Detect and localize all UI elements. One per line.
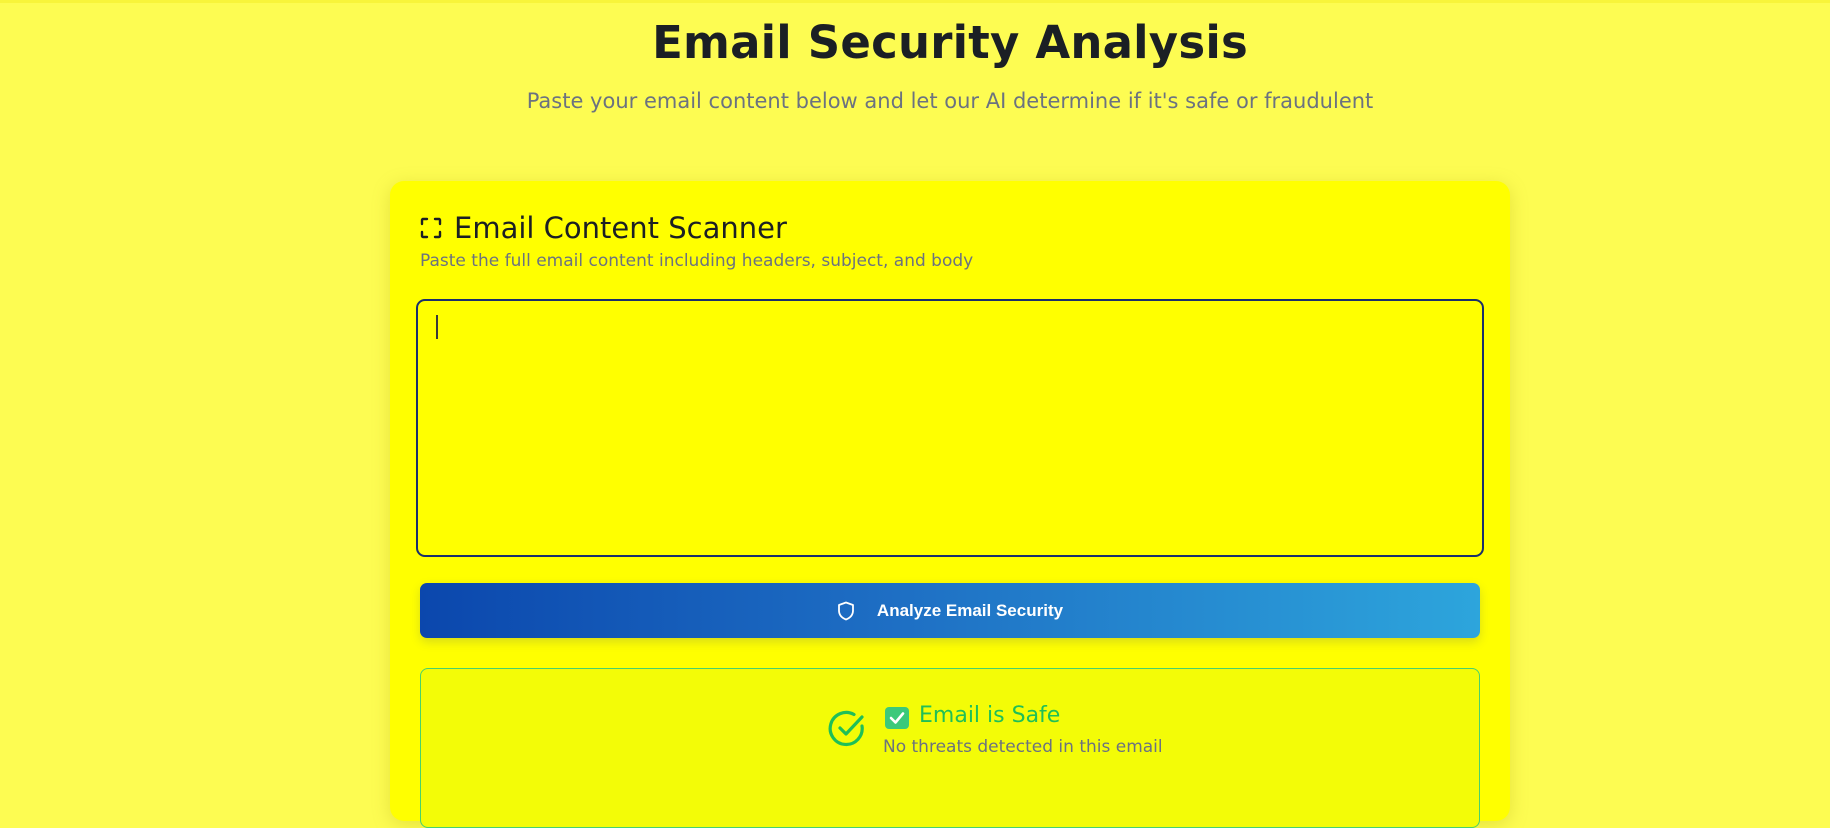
top-border: [0, 0, 1830, 3]
analyze-email-button[interactable]: Analyze Email Security: [420, 583, 1480, 638]
scanner-title: Email Content Scanner: [454, 211, 787, 245]
scanner-header: Email Content Scanner: [420, 211, 787, 245]
result-panel: Email is Safe No threats detected in thi…: [420, 668, 1480, 828]
email-content-input[interactable]: [416, 299, 1484, 557]
checkbox-check-icon: [885, 707, 909, 729]
text-caret: [436, 315, 438, 339]
scanner-description: Paste the full email content including h…: [420, 251, 974, 271]
shield-icon: [837, 601, 855, 621]
scanner-card: Email Content Scanner Paste the full ema…: [390, 181, 1510, 828]
page-title: Email Security Analysis: [652, 16, 1248, 69]
page-subtitle: Paste your email content below and let o…: [526, 89, 1374, 113]
result-title: Email is Safe: [919, 703, 1061, 728]
analyze-button-label: Analyze Email Security: [876, 600, 1064, 620]
check-circle-icon: [827, 709, 867, 749]
result-description: No threats detected in this email: [883, 737, 1163, 757]
scan-icon: [420, 217, 442, 239]
